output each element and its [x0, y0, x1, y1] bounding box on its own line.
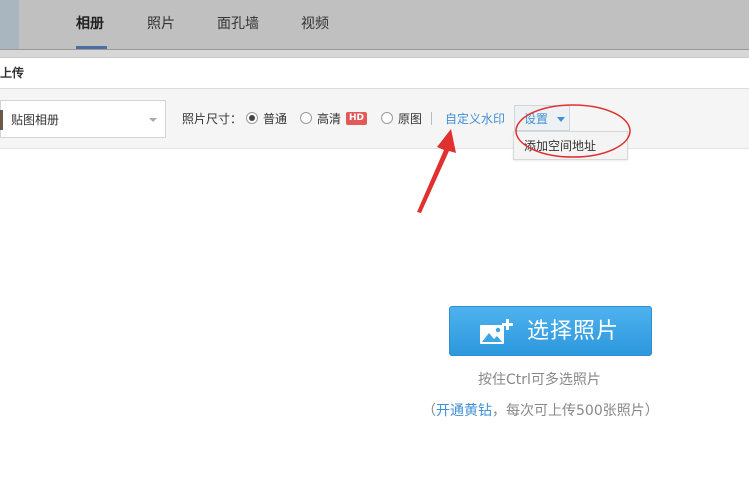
photo-size-label: 照片尺寸：: [182, 112, 243, 126]
hint-open-paren: （: [422, 403, 436, 419]
top-navigation: 相册 照片 面孔墙 视频: [0, 0, 749, 50]
settings-dropdown-button[interactable]: 设置: [514, 105, 570, 131]
toolbar-divider: [431, 112, 432, 125]
tab-videos[interactable]: 视频: [301, 15, 329, 33]
chevron-down-icon: [557, 117, 565, 122]
size-original-radio[interactable]: [381, 112, 393, 124]
album-thumbnail: [0, 110, 3, 130]
size-normal-label[interactable]: 普通: [263, 112, 287, 126]
tab-photos[interactable]: 照片: [147, 15, 175, 33]
tab-face-wall[interactable]: 面孔墙: [217, 15, 259, 33]
album-select[interactable]: 贴图相册: [0, 100, 166, 138]
hd-badge: HD: [346, 112, 367, 125]
vip-upload-hint: （开通黄钻，每次可上传500张照片）: [422, 402, 659, 420]
custom-watermark-link[interactable]: 自定义水印: [445, 112, 505, 126]
nav-left-edge: [0, 0, 19, 50]
upload-page: 相册 照片 面孔墙 视频 上传 贴图相册 照片尺寸： 普通 高清 HD 原图 自…: [0, 0, 749, 477]
size-normal-radio[interactable]: [246, 112, 258, 124]
open-vip-link[interactable]: 开通黄钻: [436, 403, 492, 419]
multi-select-hint: 按住Ctrl可多选照片: [478, 372, 601, 388]
dialog-title: 上传: [0, 66, 25, 80]
size-original-label[interactable]: 原图: [398, 112, 422, 126]
hint-upload-limit: ，每次可上传500张照片）: [492, 403, 659, 419]
album-select-value: 贴图相册: [11, 113, 60, 127]
choose-photos-button[interactable]: 选择照片: [449, 306, 652, 356]
size-hd-radio[interactable]: [300, 112, 312, 124]
size-hd-label[interactable]: 高清: [317, 112, 341, 126]
upload-toolbar: 贴图相册 照片尺寸： 普通 高清 HD 原图 自定义水印: [0, 89, 749, 149]
add-photo-icon: [480, 319, 513, 344]
choose-photos-label: 选择照片: [527, 319, 620, 344]
menu-item-add-space-address[interactable]: 添加空间地址: [524, 139, 596, 153]
settings-menu: 添加空间地址: [513, 131, 628, 160]
chevron-down-icon: [149, 118, 157, 122]
settings-label: 设置: [524, 112, 549, 126]
overlay-strip: [0, 50, 749, 58]
tab-albums[interactable]: 相册: [76, 15, 104, 33]
